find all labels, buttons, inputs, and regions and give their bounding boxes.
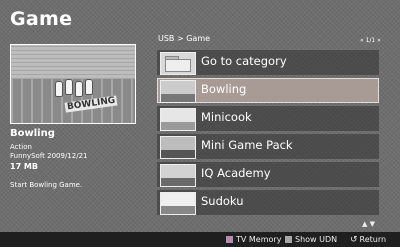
list-item-minicook[interactable]: Minicook [157,106,379,131]
list-item-label: IQ Academy [201,166,271,180]
breadcrumb: USB > Game [158,34,211,43]
bowling-pin-icon [65,79,73,95]
selected-game-description: Start Bowling Game. [10,181,83,189]
list-item-label: Mini Game Pack [201,138,293,152]
page-indicator[interactable]: « 1/1 » [360,37,381,44]
sudoku-thumbnail-icon [160,192,196,215]
list-item-bowling[interactable]: Bowling [157,78,379,103]
selected-game-genre: Action [10,143,32,151]
list-item-iq-academy[interactable]: IQ Academy [157,162,379,187]
return-arrow-icon: ↺ [350,235,358,245]
selected-game-size: 17 MB [10,162,38,171]
folder-icon [160,52,196,75]
list-item-label: Go to category [201,54,287,68]
list-item-label: Bowling [201,82,247,96]
list-item-go-to-category[interactable]: Go to category [157,50,379,75]
tv-memory-button[interactable]: TV Memory [226,234,281,245]
preview-panel: Game BOWLING Bowling Action FunnySoft 20… [0,0,150,232]
game-list: Go to category Bowling Minicook Mini Gam… [157,50,379,218]
minicook-thumbnail-icon [160,108,196,131]
selected-game-name: Bowling [10,128,55,139]
gray-key-icon [285,236,292,243]
selected-game-maker-date: FunnySoft 2009/12/21 [10,152,88,160]
game-browser-screen: Game BOWLING Bowling Action FunnySoft 20… [0,0,400,247]
bowling-thumbnail-icon [160,80,196,103]
list-item-sudoku[interactable]: Sudoku [157,190,379,215]
list-item-label: Minicook [201,110,252,124]
show-udn-button[interactable]: Show UDN [285,234,337,245]
button-guide-bar: TV Memory Show UDN ↺ Return [0,232,400,247]
bowling-pin-icon [75,81,83,97]
return-label: Return [359,235,387,244]
list-item-label: Sudoku [201,194,244,208]
minigamepack-thumbnail-icon [160,136,196,159]
return-button[interactable]: ↺ Return [350,234,386,245]
tv-memory-label: TV Memory [236,235,282,244]
game-preview-image: BOWLING [10,44,136,124]
list-item-mini-game-pack[interactable]: Mini Game Pack [157,134,379,159]
scroll-arrows-icon[interactable]: ▲ ▼ [362,220,375,228]
iqacademy-thumbnail-icon [160,164,196,187]
bowling-pin-icon [85,79,93,95]
page-title: Game [10,8,73,30]
show-udn-label: Show UDN [295,235,338,244]
bowling-pin-icon [55,81,63,97]
purple-key-icon [226,236,233,243]
